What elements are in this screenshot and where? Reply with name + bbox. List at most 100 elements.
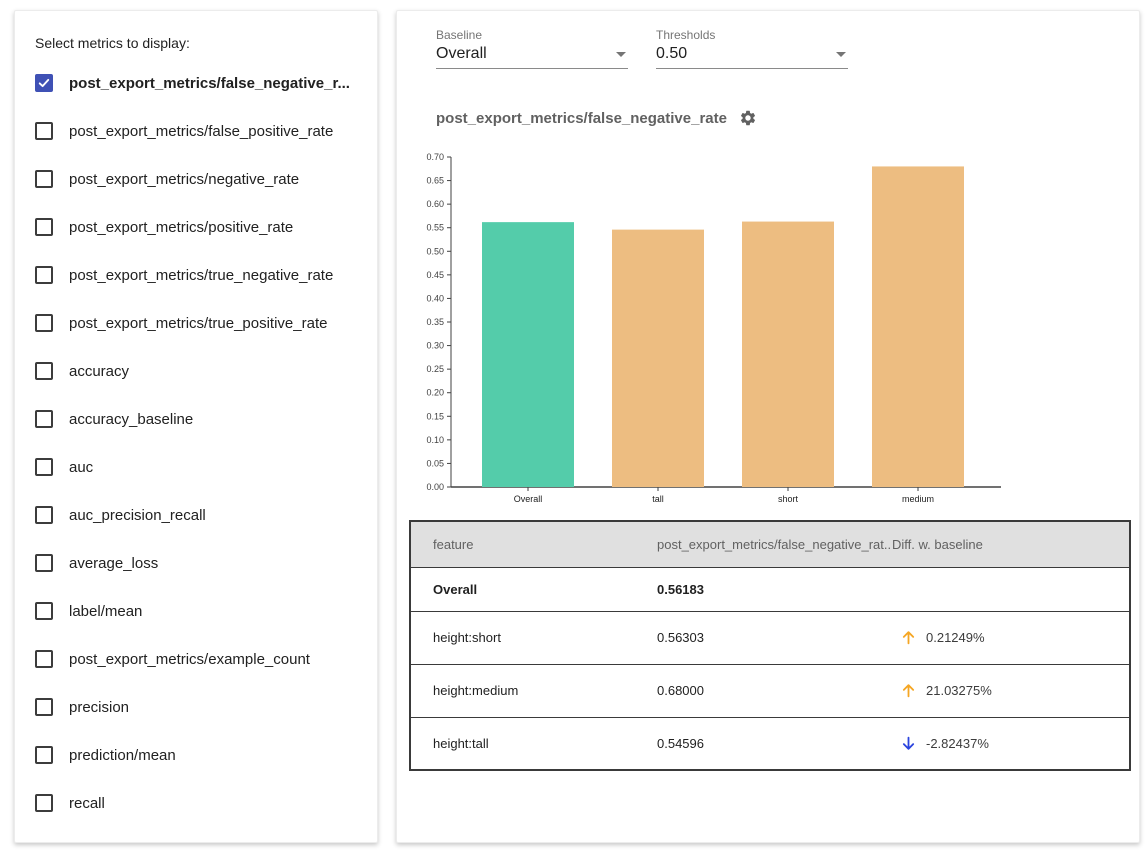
y-axis-tick-label: 0.15 [426,411,444,421]
checkbox-icon[interactable] [35,794,53,812]
diff-indicator: 0.21249% [892,629,1129,646]
cell-feature: height:tall [410,717,655,770]
metric-label: label/mean [69,603,142,620]
x-axis-tick-label: medium [902,494,934,504]
thresholds-select[interactable]: Thresholds 0.50 [656,28,848,69]
metric-item-prediction-mean[interactable]: prediction/mean [35,731,357,779]
checkbox-icon[interactable] [35,602,53,620]
diff-value: 0.21249% [926,630,985,645]
metric-item-recall[interactable]: recall [35,779,357,827]
y-axis-tick-label: 0.45 [426,270,444,280]
metric-item-post-export-metrics-negative-rate[interactable]: post_export_metrics/negative_rate [35,155,357,203]
arrow-up-icon [900,629,917,646]
metric-item-label-mean[interactable]: label/mean [35,587,357,635]
metric-item-post-export-metrics-true-negative-rate[interactable]: post_export_metrics/true_negative_rate [35,251,357,299]
metric-label: precision [69,699,129,716]
metric-label: accuracy_baseline [69,411,193,428]
cell-diff: 21.03275% [890,664,1130,717]
metric-label: average_loss [69,555,158,572]
checkbox-icon[interactable] [35,314,53,332]
checkbox-icon[interactable] [35,746,53,764]
metric-item-auc-precision-recall[interactable]: auc_precision_recall [35,491,357,539]
cell-feature: height:short [410,611,655,664]
checkbox-icon[interactable] [35,218,53,236]
metric-item-post-export-metrics-false-positive-rate[interactable]: post_export_metrics/false_positive_rate [35,107,357,155]
y-axis-tick-label: 0.10 [426,435,444,445]
table-header-diff: Diff. w. baseline [890,521,1130,567]
checkbox-icon[interactable] [35,506,53,524]
checkbox-icon[interactable] [35,170,53,188]
table-header-metric: post_export_metrics/false_negative_rat..… [655,521,890,567]
metric-item-post-export-metrics-true-positive-rate[interactable]: post_export_metrics/true_positive_rate [35,299,357,347]
metric-label: prediction/mean [69,747,176,764]
y-axis-tick-label: 0.40 [426,293,444,303]
cell-diff [890,567,1130,611]
y-axis-tick-label: 0.00 [426,482,444,492]
thresholds-select-label: Thresholds [656,28,848,42]
checkbox-icon[interactable] [35,554,53,572]
metric-label: post_export_metrics/false_positive_rate [69,123,333,140]
y-axis-tick-label: 0.35 [426,317,444,327]
cell-diff: 0.21249% [890,611,1130,664]
metric-item-average-loss[interactable]: average_loss [35,539,357,587]
metric-item-auc[interactable]: auc [35,443,357,491]
x-axis-tick-label: short [778,494,799,504]
metric-label: auc [69,459,93,476]
metric-label: recall [69,795,105,812]
y-axis-tick-label: 0.05 [426,458,444,468]
diff-indicator: -2.82437% [892,735,1129,752]
metric-label: post_export_metrics/example_count [69,651,310,668]
metric-label: post_export_metrics/negative_rate [69,171,299,188]
cell-metric-value: 0.56183 [655,567,890,611]
metric-item-post-export-metrics-example-count[interactable]: post_export_metrics/example_count [35,635,357,683]
checkbox-icon[interactable] [35,698,53,716]
diff-value: -2.82437% [926,736,989,751]
bar-tall[interactable] [612,230,704,487]
chevron-down-icon [836,52,846,57]
arrow-down-icon [900,735,917,752]
checkbox-icon[interactable] [35,266,53,284]
cell-metric-value: 0.54596 [655,717,890,770]
checkbox-icon[interactable] [35,410,53,428]
y-axis-tick-label: 0.55 [426,223,444,233]
diff-indicator: 21.03275% [892,682,1129,699]
bar-short[interactable] [742,222,834,487]
metric-selector-card: Select metrics to display: post_export_m… [14,10,378,843]
metrics-table: featurepost_export_metrics/false_negativ… [409,520,1131,771]
metric-item-post-export-metrics-positive-rate[interactable]: post_export_metrics/positive_rate [35,203,357,251]
metric-label: post_export_metrics/true_positive_rate [69,315,327,332]
controls-row: Baseline Overall Thresholds 0.50 [436,28,1139,69]
y-axis-tick-label: 0.20 [426,388,444,398]
checkbox-icon[interactable] [35,650,53,668]
checkbox-icon[interactable] [35,122,53,140]
y-axis-tick-label: 0.65 [426,176,444,186]
baseline-select[interactable]: Baseline Overall [436,28,628,69]
metric-item-precision[interactable]: precision [35,683,357,731]
metric-label: post_export_metrics/positive_rate [69,219,293,236]
diff-value: 21.03275% [926,683,992,698]
metric-item-accuracy-baseline[interactable]: accuracy_baseline [35,395,357,443]
x-axis-tick-label: Overall [514,494,543,504]
y-axis-tick-label: 0.60 [426,199,444,209]
baseline-select-label: Baseline [436,28,628,42]
bar-overall[interactable] [482,222,574,487]
sidebar-title: Select metrics to display: [35,35,357,51]
checkbox-icon[interactable] [35,458,53,476]
thresholds-select-value: 0.50 [656,45,687,63]
table-row-height-tall: height:tall0.54596 -2.82437% [410,717,1130,770]
bar-medium[interactable] [872,166,964,487]
chart-title: post_export_metrics/false_negative_rate [436,110,727,127]
metric-item-accuracy[interactable]: accuracy [35,347,357,395]
cell-feature: height:medium [410,664,655,717]
metric-label: accuracy [69,363,129,380]
table-row-height-medium: height:medium0.6800021.03275% [410,664,1130,717]
gear-icon[interactable] [739,109,757,127]
cell-diff: -2.82437% [890,717,1130,770]
cell-feature: Overall [410,567,655,611]
table-row-overall: Overall0.56183 [410,567,1130,611]
checkbox-icon[interactable] [35,362,53,380]
metric-item-post-export-metrics-false-negative-r[interactable]: post_export_metrics/false_negative_r... [35,59,357,107]
y-axis-tick-label: 0.50 [426,246,444,256]
metric-label: auc_precision_recall [69,507,206,524]
checkbox-checked-icon[interactable] [35,74,53,92]
